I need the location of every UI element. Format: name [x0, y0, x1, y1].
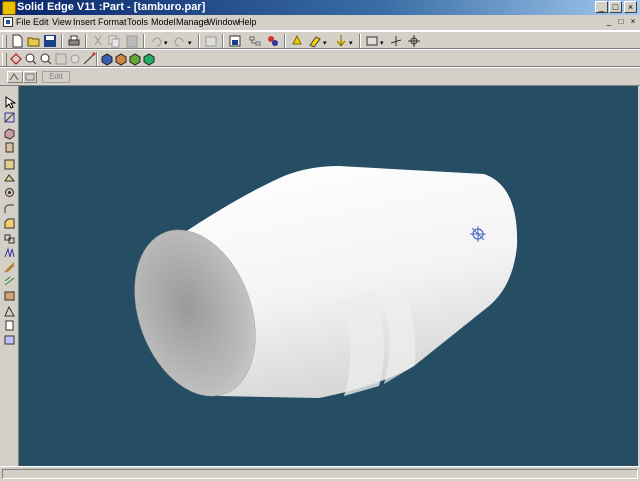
status-bar — [0, 466, 640, 481]
menu-window[interactable]: Window — [207, 17, 239, 27]
rib-icon[interactable] — [3, 246, 16, 259]
command-ribbon: Edit — [0, 67, 640, 86]
hole-icon[interactable] — [3, 186, 16, 199]
protrusion-icon[interactable] — [3, 127, 16, 140]
rotate-icon[interactable] — [82, 52, 96, 66]
menu-file[interactable]: File — [16, 17, 31, 27]
wireframe-icon[interactable] — [114, 52, 128, 66]
status-prompt-field — [2, 469, 638, 479]
undo-dropdown-icon[interactable]: ▾ — [164, 39, 168, 47]
menu-tools[interactable]: Tools — [127, 17, 148, 27]
menu-edit[interactable]: Edit — [33, 17, 49, 27]
select-icon[interactable] — [9, 52, 23, 66]
paint-dropdown-icon[interactable]: ▾ — [323, 39, 327, 47]
menu-view[interactable]: View — [52, 17, 71, 27]
view-dropdown-icon[interactable]: ▾ — [380, 39, 384, 47]
toolbar-separator — [85, 34, 87, 48]
redo-icon[interactable] — [173, 34, 187, 48]
feature-toolbar — [0, 86, 19, 466]
document-restore-button[interactable]: □ — [616, 17, 626, 27]
toolbar-separator — [222, 34, 224, 48]
round-icon[interactable] — [3, 203, 16, 216]
paste-icon[interactable] — [125, 34, 139, 48]
solid-edge-app-icon[interactable] — [2, 1, 16, 15]
arrow-down-icon[interactable] — [334, 34, 348, 48]
lip-icon[interactable] — [3, 319, 16, 332]
menu-manage[interactable]: Manage — [176, 17, 209, 27]
pattern-icon[interactable] — [3, 261, 16, 274]
view-toolbar — [0, 49, 640, 67]
menu-help[interactable]: Help — [238, 17, 257, 27]
shaded-icon[interactable] — [100, 52, 114, 66]
cut-icon[interactable] — [91, 34, 105, 48]
cutout-icon[interactable] — [3, 158, 16, 171]
menu-model[interactable]: Model — [151, 17, 176, 27]
redo-dropdown-icon[interactable]: ▾ — [188, 39, 192, 47]
vent-icon[interactable] — [3, 333, 16, 346]
select-tool-icon[interactable] — [407, 34, 421, 48]
document-minimize-button[interactable]: _ — [604, 17, 614, 27]
toolbar-separator — [198, 34, 200, 48]
save-icon[interactable] — [43, 34, 57, 48]
fit-icon[interactable] — [54, 52, 68, 66]
menu-bar: File Edit View Insert Format Tools Model… — [0, 15, 640, 31]
toolbar-separator — [284, 34, 286, 48]
model-viewport[interactable] — [19, 86, 638, 466]
copy-icon[interactable] — [107, 34, 121, 48]
zoom-area-icon[interactable] — [24, 52, 38, 66]
hidden-edges-icon[interactable] — [142, 52, 156, 66]
document-icon[interactable] — [3, 17, 13, 27]
arrow-dropdown-icon[interactable]: ▾ — [349, 39, 353, 47]
close-button[interactable]: × — [624, 1, 637, 13]
revolved-cutout-icon[interactable] — [3, 172, 16, 185]
visible-edges-icon[interactable] — [128, 52, 142, 66]
toolbar-separator — [96, 52, 98, 66]
maximize-button[interactable]: □ — [609, 1, 622, 13]
toolbar-separator — [359, 34, 361, 48]
coordinate-axes-icon[interactable] — [389, 34, 403, 48]
toolbar-grip[interactable] — [2, 35, 7, 48]
view-icon[interactable] — [365, 34, 379, 48]
yellow-light-icon[interactable] — [290, 34, 304, 48]
hierarchy-icon[interactable] — [266, 34, 280, 48]
minimize-button[interactable]: _ — [595, 1, 608, 13]
edit-button[interactable]: Edit — [42, 71, 70, 83]
print-icon[interactable] — [67, 34, 81, 48]
document-close-button[interactable]: × — [628, 17, 638, 27]
part-model[interactable] — [19, 86, 638, 466]
window-title: Solid Edge V11 :Part - [tamburo.par] — [17, 1, 206, 13]
new-document-icon[interactable] — [10, 34, 24, 48]
revolved-protrusion-icon[interactable] — [3, 141, 16, 154]
pan-icon[interactable] — [68, 52, 82, 66]
ribbon-profile-icon[interactable] — [23, 71, 37, 83]
toolbar-separator — [61, 34, 63, 48]
save-as-image-icon[interactable] — [228, 34, 242, 48]
thin-wall-icon[interactable] — [3, 232, 16, 245]
menu-insert[interactable]: Insert — [73, 17, 96, 27]
mirror-icon[interactable] — [3, 275, 16, 288]
zoom-icon[interactable] — [39, 52, 53, 66]
select-arrow-icon[interactable] — [3, 96, 17, 109]
toolbar-grip[interactable] — [2, 53, 7, 66]
title-bar: Solid Edge V11 :Part - [tamburo.par] _ □… — [0, 0, 640, 15]
standard-toolbar: ▾ ▾ ▾ ▾ ▾ — [0, 31, 640, 49]
draft-icon[interactable] — [3, 289, 16, 302]
undo-icon[interactable] — [149, 34, 163, 48]
properties-icon[interactable] — [204, 34, 218, 48]
web-network-icon[interactable] — [3, 305, 16, 318]
sketch-icon[interactable] — [3, 111, 16, 124]
chamfer-icon[interactable] — [3, 217, 16, 230]
pathfinder-icon[interactable] — [248, 34, 262, 48]
toolbar-separator — [143, 34, 145, 48]
open-folder-icon[interactable] — [27, 34, 41, 48]
menu-format[interactable]: Format — [98, 17, 127, 27]
paint-icon[interactable] — [308, 34, 322, 48]
ribbon-sketch-icon[interactable] — [7, 71, 23, 83]
